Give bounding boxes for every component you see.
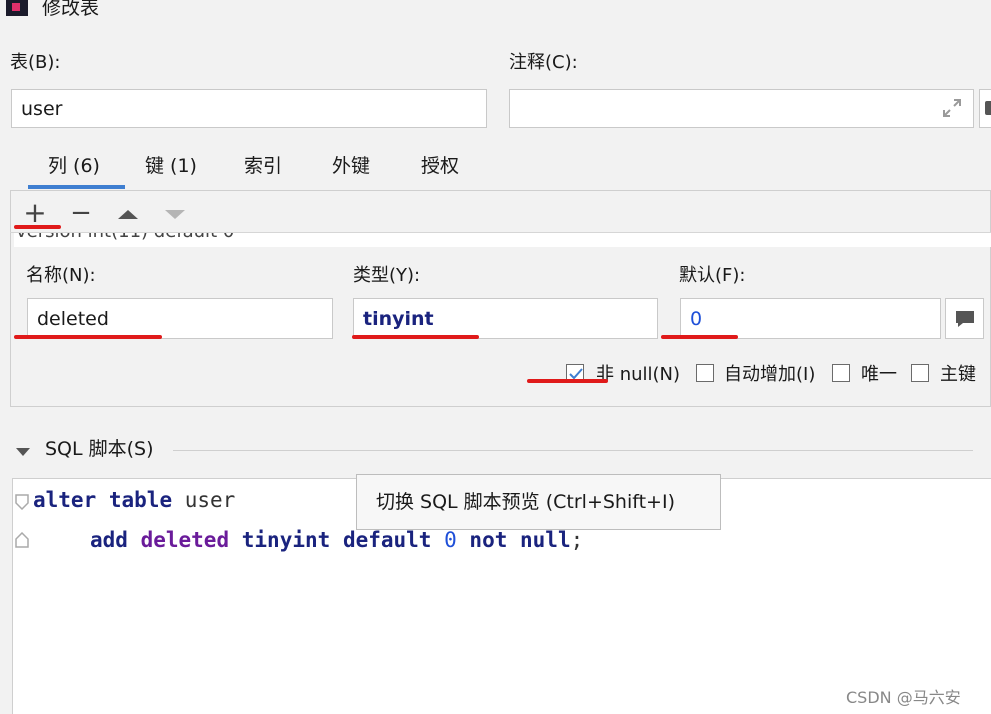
sql-type: tinyint — [241, 528, 331, 552]
highlight-underline — [661, 335, 738, 339]
triangle-down-icon — [165, 210, 185, 219]
expand-icon[interactable] — [940, 96, 964, 120]
add-column-button[interactable]: + — [22, 199, 48, 227]
tab-columns[interactable]: 列 (6) — [48, 153, 100, 179]
primary-key-checkbox[interactable] — [911, 364, 929, 382]
auto-increment-label: 自动增加(I) — [724, 364, 816, 385]
fold-end-icon[interactable] — [15, 531, 29, 548]
sql-keyword: not — [469, 528, 508, 552]
column-list-row[interactable]: version int(11) default 0 — [14, 233, 991, 247]
table-name-label: 表(B): — [10, 52, 61, 73]
sql-line-1: alter table user — [33, 487, 235, 513]
watermark: CSDN @马六安 — [846, 688, 961, 707]
fold-start-icon[interactable] — [15, 494, 29, 511]
unique-checkbox[interactable] — [832, 364, 850, 382]
sql-number: 0 — [444, 528, 457, 552]
collapse-icon[interactable] — [15, 443, 31, 456]
highlight-underline — [14, 335, 162, 339]
column-name-input[interactable]: deleted — [27, 298, 333, 339]
sql-keyword: add — [90, 528, 128, 552]
previous-column-text: version int(11) default 0 — [16, 233, 234, 242]
highlight-underline — [527, 379, 608, 383]
highlight-underline — [14, 225, 61, 229]
sql-column-name: deleted — [140, 528, 230, 552]
move-up-button[interactable] — [116, 206, 140, 222]
column-default-input[interactable]: 0 — [680, 298, 941, 339]
sql-keyword: default — [342, 528, 432, 552]
highlight-underline — [352, 335, 479, 339]
primary-key-label: 主键 — [940, 364, 976, 385]
column-name-label: 名称(N): — [26, 265, 96, 286]
auto-increment-checkbox[interactable] — [696, 364, 714, 382]
tab-foreign-keys[interactable]: 外键 — [332, 153, 370, 179]
comment-label: 注释(C): — [509, 52, 578, 73]
column-type-input[interactable]: tinyint — [353, 298, 658, 339]
sql-semicolon: ; — [570, 528, 584, 552]
sql-keyword: null — [520, 528, 571, 552]
comment-input[interactable] — [509, 89, 974, 128]
remove-column-button[interactable]: − — [68, 200, 94, 227]
comment-side-button[interactable] — [979, 89, 991, 128]
comment-icon — [956, 311, 974, 327]
edit-icon — [985, 101, 991, 115]
app-logo-icon — [6, 0, 28, 16]
tab-grants[interactable]: 授权 — [421, 153, 459, 179]
active-tab-indicator — [28, 185, 125, 189]
table-name-input[interactable]: user — [11, 89, 487, 128]
triangle-up-icon — [118, 210, 138, 219]
tab-indexes[interactable]: 索引 — [244, 153, 282, 179]
sql-table-name: user — [184, 488, 236, 512]
unique-label: 唯一 — [861, 364, 897, 385]
column-type-label: 类型(Y): — [353, 265, 421, 286]
sql-keyword: table — [108, 488, 173, 512]
window-title: 修改表 — [42, 0, 100, 19]
sql-line-2: add deleted tinyint default 0 not null; — [90, 527, 583, 553]
tab-keys[interactable]: 键 (1) — [145, 153, 197, 179]
section-divider — [173, 450, 973, 451]
column-default-label: 默认(F): — [679, 265, 746, 286]
splitter-handle[interactable] — [983, 430, 991, 442]
default-comment-button[interactable] — [945, 298, 984, 339]
sql-keyword: alter — [33, 488, 97, 512]
sql-section-header[interactable]: SQL 脚本(S) — [45, 438, 154, 460]
tooltip: 切换 SQL 脚本预览 (Ctrl+Shift+I) — [356, 474, 721, 530]
move-down-button[interactable] — [163, 206, 187, 222]
not-null-label: 非 null(N) — [596, 364, 681, 385]
